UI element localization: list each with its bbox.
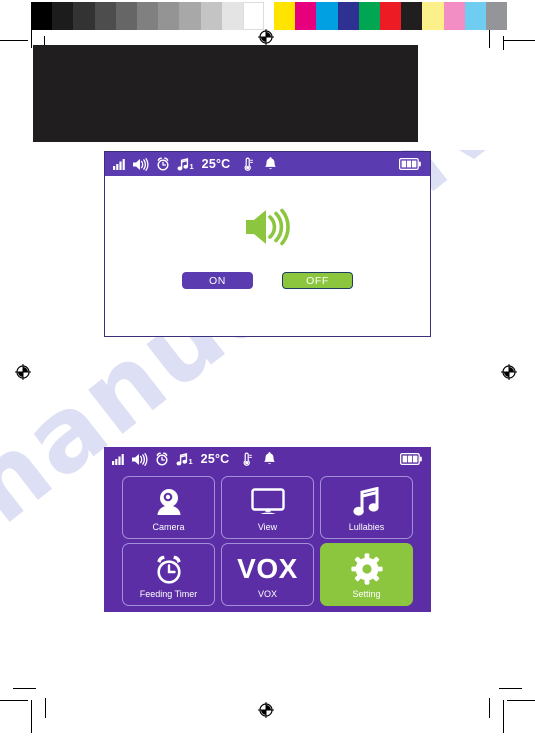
volume-toggle-buttons: ON OFF bbox=[105, 272, 430, 289]
crop-mark-bottom-right-horizontal2 bbox=[507, 700, 535, 701]
music-note-icon bbox=[177, 157, 189, 170]
speaker-icon bbox=[132, 452, 148, 466]
menu-tile-label: Camera bbox=[152, 522, 185, 532]
signal-bars-icon bbox=[112, 454, 124, 465]
calibration-swatch bbox=[358, 2, 380, 30]
menu-tile-view[interactable]: View bbox=[221, 476, 314, 539]
calibration-swatch bbox=[274, 2, 296, 30]
menu-tile-grid: Camera View Lullabies Feeding Timer VOX … bbox=[104, 471, 431, 606]
battery-icon bbox=[400, 453, 422, 465]
crop-mark-top-right-vertical bbox=[489, 30, 490, 48]
vox-big-text: VOX bbox=[237, 553, 298, 584]
volume-screen-body: ON OFF bbox=[105, 176, 430, 337]
temperature-reading: 25°C bbox=[201, 157, 231, 171]
calibration-gap bbox=[264, 2, 275, 30]
calibration-swatch bbox=[242, 2, 265, 30]
registration-mark-bottom bbox=[258, 702, 274, 718]
alarm-clock-icon bbox=[156, 452, 168, 466]
calibration-swatch bbox=[316, 2, 338, 30]
crop-mark-bottom-right-inner bbox=[503, 700, 504, 733]
main-menu-screen: 1 25°C Camera View Lullabies Feeding Tim… bbox=[104, 447, 431, 612]
menu-tile-label: Lullabies bbox=[348, 522, 385, 532]
thermometer-icon bbox=[244, 157, 254, 171]
volume-on-button[interactable]: ON bbox=[182, 272, 253, 289]
speaker-volume-icon bbox=[245, 208, 290, 246]
calibration-swatch bbox=[221, 2, 243, 30]
calibration-swatch bbox=[200, 2, 222, 30]
menu-tile-label: View bbox=[257, 522, 278, 532]
calibration-swatch bbox=[464, 2, 486, 30]
crop-mark-top-left-horizontal bbox=[0, 40, 28, 41]
crop-mark-top-left-vertical bbox=[31, 30, 32, 48]
monitor-icon bbox=[250, 483, 285, 521]
crop-mark-bottom-left-horizontal bbox=[13, 688, 36, 689]
temperature-reading: 25°C bbox=[200, 452, 230, 466]
calibration-swatch bbox=[179, 2, 201, 30]
camera-icon bbox=[154, 483, 184, 521]
bell-icon bbox=[264, 452, 276, 465]
calibration-swatch bbox=[337, 2, 359, 30]
registration-mark-right bbox=[501, 364, 517, 380]
music-note-icon bbox=[176, 452, 188, 465]
status-bar: 1 25°C bbox=[105, 152, 430, 176]
crop-mark-bottom-right-horizontal bbox=[499, 688, 522, 689]
registration-mark-left bbox=[15, 364, 31, 380]
thermometer-icon bbox=[243, 452, 253, 466]
menu-tile-vox[interactable]: VOX VOX bbox=[221, 543, 314, 606]
status-bar: 1 25°C bbox=[104, 447, 431, 471]
calibration-swatch bbox=[73, 2, 95, 30]
volume-setting-screen: 1 25°C ON OFF bbox=[104, 151, 431, 337]
speaker-icon bbox=[133, 157, 149, 171]
menu-tile-label: Feeding Timer bbox=[139, 589, 198, 599]
crop-mark-top-right-horizontal bbox=[503, 40, 535, 41]
alarm-clock-icon bbox=[157, 157, 169, 171]
calibration-swatch bbox=[94, 2, 116, 30]
crop-mark-bottom-left-horizontal2 bbox=[0, 700, 28, 701]
vox-text-icon: VOX bbox=[237, 550, 298, 588]
calibration-swatch bbox=[401, 2, 423, 30]
calibration-swatch bbox=[380, 2, 402, 30]
music-note-icon bbox=[352, 483, 381, 521]
calibration-swatch bbox=[443, 2, 465, 30]
calibration-swatch bbox=[52, 2, 74, 30]
bell-icon bbox=[265, 157, 277, 170]
calibration-swatch bbox=[295, 2, 317, 30]
menu-tile-lullabies[interactable]: Lullabies bbox=[320, 476, 413, 539]
calibration-swatch bbox=[422, 2, 444, 30]
calibration-swatch bbox=[115, 2, 137, 30]
calibration-swatch bbox=[485, 2, 508, 30]
music-note-badge: 1 bbox=[188, 456, 193, 466]
volume-off-button[interactable]: OFF bbox=[282, 272, 353, 289]
gear-icon bbox=[350, 550, 383, 588]
calibration-swatch bbox=[158, 2, 180, 30]
menu-tile-camera[interactable]: Camera bbox=[122, 476, 215, 539]
crop-mark-bottom-left-vertical bbox=[31, 700, 32, 733]
calibration-swatch bbox=[31, 2, 53, 30]
print-calibration-strip bbox=[31, 2, 508, 30]
menu-tile-setting[interactable]: Setting bbox=[320, 543, 413, 606]
crop-mark-bottom-left-inner bbox=[45, 698, 46, 718]
registration-mark-top bbox=[258, 29, 274, 45]
crop-mark-top-right-inner bbox=[503, 36, 504, 50]
menu-tile-label: VOX bbox=[257, 589, 277, 599]
signal-bars-icon bbox=[113, 159, 125, 170]
battery-icon bbox=[399, 158, 421, 170]
music-note-badge: 1 bbox=[189, 161, 194, 171]
crop-mark-bottom-right-vertical bbox=[489, 698, 490, 718]
dark-color-plate bbox=[33, 45, 418, 142]
calibration-swatch bbox=[136, 2, 159, 30]
alarm-clock-icon bbox=[153, 550, 185, 588]
menu-tile-label: Setting bbox=[352, 589, 381, 599]
menu-tile-feeding-timer[interactable]: Feeding Timer bbox=[122, 543, 215, 606]
